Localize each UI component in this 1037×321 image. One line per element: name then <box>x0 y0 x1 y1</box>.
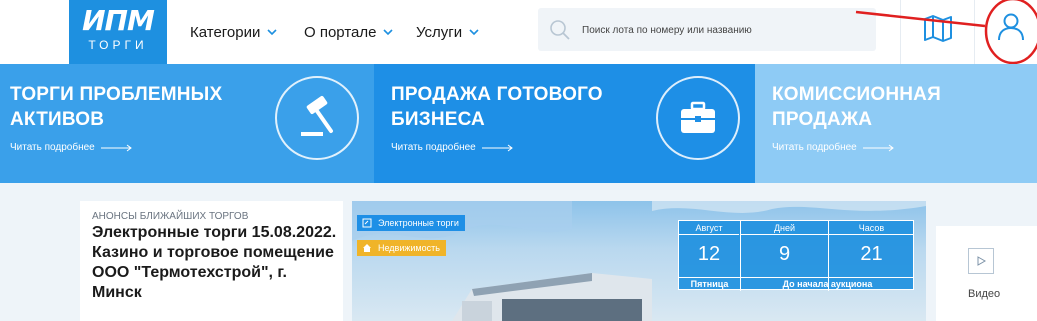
gavel-icon <box>275 76 359 160</box>
read-more-label: Читать подробнее <box>391 142 476 153</box>
briefcase-icon <box>656 76 740 160</box>
arrow-right-icon <box>481 144 513 151</box>
auction-countdown: Август 12 Дней 9 Часов 21 Пятница До нач… <box>678 220 914 291</box>
announce-label: АНОНСЫ БЛИЖАЙШИХ ТОРГОВ <box>92 211 249 222</box>
nav-about-label: О портале <box>304 23 377 41</box>
counter-footer: До начала аукциона <box>740 277 914 291</box>
logo-main-text: ИПМ <box>82 4 155 37</box>
play-button[interactable] <box>968 248 994 274</box>
video-label: Видео <box>968 288 1001 300</box>
nav-services-label: Услуги <box>416 23 463 41</box>
site-header: ИПМ ТОРГИ Категории О портале Услуги <box>0 0 1037 64</box>
read-more-label: Читать подробнее <box>10 142 95 153</box>
tag-real-estate[interactable]: Недвижимость <box>357 240 446 256</box>
divider <box>900 0 901 64</box>
read-more-label: Читать подробнее <box>772 142 857 153</box>
counter-weekday: Пятница <box>679 277 740 291</box>
play-icon <box>977 256 986 266</box>
counter-days-label: Дней <box>741 221 828 235</box>
read-more-link[interactable]: Читать подробнее <box>10 142 133 153</box>
counter-days-value: 9 <box>778 243 791 265</box>
nav-about[interactable]: О портале <box>304 0 394 64</box>
banner-problem-assets[interactable]: ТОРГИ ПРОБЛЕМНЫХ АКТИВОВ Читать подробне… <box>0 64 374 183</box>
lot-photo[interactable]: Электронные торги Недвижимость Август 12… <box>352 201 926 321</box>
nav-categories-label: Категории <box>190 23 261 41</box>
banner-commission-sale[interactable]: КОМИССИОННАЯ ПРОДАЖА Читать подробнее <box>755 64 1037 183</box>
chevron-down-icon <box>383 29 394 36</box>
chevron-down-icon <box>469 29 479 36</box>
counter-day: 12 <box>697 243 721 265</box>
banner-title: КОМИССИОННАЯ ПРОДАЖА <box>772 84 941 130</box>
tag-electronic-auction[interactable]: Электронные торги <box>357 215 465 231</box>
home-icon <box>363 244 371 252</box>
video-panel[interactable]: Видео <box>936 226 1037 321</box>
counter-hours-value: 21 <box>860 243 883 265</box>
banner-title: ПРОДАЖА ГОТОВОГО БИЗНЕСА <box>391 84 603 130</box>
counter-hours-label: Часов <box>829 221 914 235</box>
arrow-right-icon <box>100 144 132 151</box>
upcoming-auctions-section: АНОНСЫ БЛИЖАЙШИХ ТОРГОВ Электронные торг… <box>0 183 1037 321</box>
read-more-link[interactable]: Читать подробнее <box>391 142 514 153</box>
arrow-right-icon <box>862 144 894 151</box>
banner-business-sale[interactable]: ПРОДАЖА ГОТОВОГО БИЗНЕСА Читать подробне… <box>374 64 755 183</box>
announce-card[interactable]: АНОНСЫ БЛИЖАЙШИХ ТОРГОВ Электронные торг… <box>80 201 343 321</box>
search-icon[interactable] <box>548 18 572 42</box>
logo[interactable]: ИПМ ТОРГИ <box>69 0 167 64</box>
read-more-link[interactable]: Читать подробнее <box>772 142 895 153</box>
user-icon[interactable] <box>993 9 1029 45</box>
nav-services[interactable]: Услуги <box>416 0 480 64</box>
auction-icon <box>362 218 372 228</box>
search-input[interactable] <box>582 20 862 40</box>
map-icon[interactable] <box>922 12 954 44</box>
announce-title[interactable]: Электронные торги 15.08.2022. Казино и т… <box>92 223 340 303</box>
search-box <box>538 8 876 51</box>
nav-categories[interactable]: Категории <box>190 0 278 64</box>
banner-title: ТОРГИ ПРОБЛЕМНЫХ АКТИВОВ <box>10 84 223 130</box>
chevron-down-icon <box>267 29 277 36</box>
divider <box>974 0 975 64</box>
counter-month: Август <box>679 221 739 235</box>
tag-label: Недвижимость <box>378 243 440 253</box>
tag-label: Электронные торги <box>378 218 459 228</box>
logo-sub-text: ТОРГИ <box>88 38 148 52</box>
